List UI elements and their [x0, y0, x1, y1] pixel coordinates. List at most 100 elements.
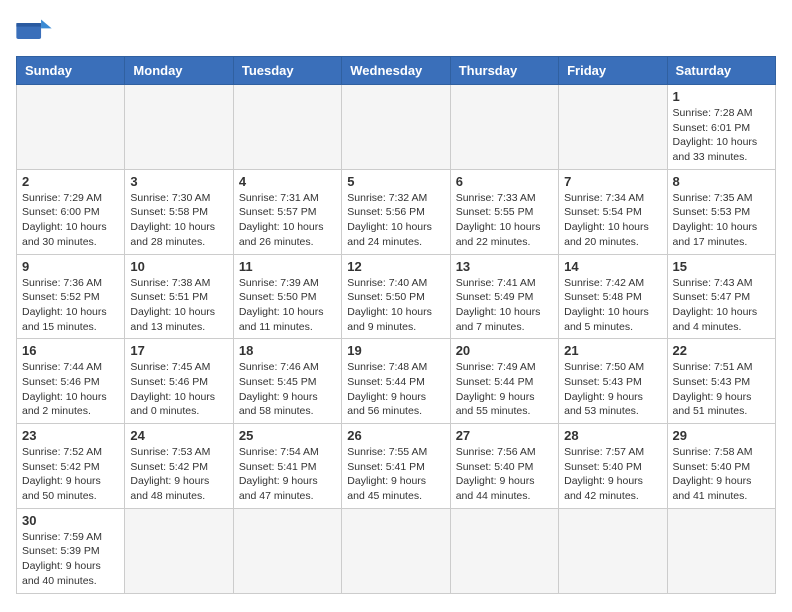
day-info: Sunrise: 7:46 AM Sunset: 5:45 PM Dayligh…: [239, 360, 336, 419]
calendar-day-cell: 15 Sunrise: 7:43 AM Sunset: 5:47 PM Dayli…: [667, 254, 775, 339]
calendar-day-cell: 7Sunrise: 7:34 AM Sunset: 5:54 PM Daylig…: [559, 169, 667, 254]
day-info: Sunrise: 7:49 AM Sunset: 5:44 PM Dayligh…: [456, 360, 553, 419]
calendar-day-cell: [559, 85, 667, 170]
day-info: Sunrise: 7:39 AM Sunset: 5:50 PM Dayligh…: [239, 276, 336, 335]
calendar-day-cell: 3 Sunrise: 7:30 AM Sunset: 5:58 PM Daylig…: [125, 169, 233, 254]
day-info: Sunrise: 7:28 AM Sunset: 6:01 PM Dayligh…: [673, 106, 770, 165]
calendar-week-row: 2 Sunrise: 7:29 AM Sunset: 6:00 PM Daylig…: [17, 169, 776, 254]
day-info: Sunrise: 7:45 AM Sunset: 5:46 PM Dayligh…: [130, 360, 227, 419]
weekday-header-thursday: Thursday: [450, 57, 558, 85]
day-info: Sunrise: 7:40 AM Sunset: 5:50 PM Dayligh…: [347, 276, 444, 335]
day-info: Sunrise: 7:51 AM Sunset: 5:43 PM Dayligh…: [673, 360, 770, 419]
calendar-day-cell: 13Sunrise: 7:41 AM Sunset: 5:49 PM Dayli…: [450, 254, 558, 339]
day-number: 23: [22, 428, 119, 443]
weekday-header-monday: Monday: [125, 57, 233, 85]
day-number: 4: [239, 174, 336, 189]
calendar-day-cell: [125, 85, 233, 170]
calendar-day-cell: 2 Sunrise: 7:29 AM Sunset: 6:00 PM Daylig…: [17, 169, 125, 254]
day-number: 16: [22, 343, 119, 358]
day-number: 18: [239, 343, 336, 358]
day-number: 11: [239, 259, 336, 274]
day-info: Sunrise: 7:38 AM Sunset: 5:51 PM Dayligh…: [130, 276, 227, 335]
calendar-day-cell: [450, 85, 558, 170]
calendar-week-row: 1 Sunrise: 7:28 AM Sunset: 6:01 PM Daylig…: [17, 85, 776, 170]
day-number: 3: [130, 174, 227, 189]
day-number: 14: [564, 259, 661, 274]
logo: [16, 16, 56, 46]
calendar-day-cell: [559, 508, 667, 593]
day-number: 25: [239, 428, 336, 443]
calendar-week-row: 16 Sunrise: 7:44 AM Sunset: 5:46 PM Dayli…: [17, 339, 776, 424]
calendar-day-cell: [17, 85, 125, 170]
day-number: 19: [347, 343, 444, 358]
calendar-day-cell: 4 Sunrise: 7:31 AM Sunset: 5:57 PM Daylig…: [233, 169, 341, 254]
day-number: 8: [673, 174, 770, 189]
day-number: 10: [130, 259, 227, 274]
calendar-week-row: 9 Sunrise: 7:36 AM Sunset: 5:52 PM Daylig…: [17, 254, 776, 339]
day-info: Sunrise: 7:34 AM Sunset: 5:54 PM Dayligh…: [564, 191, 661, 250]
day-info: Sunrise: 7:31 AM Sunset: 5:57 PM Dayligh…: [239, 191, 336, 250]
calendar-day-cell: [342, 508, 450, 593]
calendar-day-cell: 20Sunrise: 7:49 AM Sunset: 5:44 PM Dayli…: [450, 339, 558, 424]
day-info: Sunrise: 7:36 AM Sunset: 5:52 PM Dayligh…: [22, 276, 119, 335]
calendar-day-cell: 18 Sunrise: 7:46 AM Sunset: 5:45 PM Dayli…: [233, 339, 341, 424]
calendar-day-cell: [125, 508, 233, 593]
day-number: 30: [22, 513, 119, 528]
day-number: 26: [347, 428, 444, 443]
day-number: 1: [673, 89, 770, 104]
day-number: 6: [456, 174, 553, 189]
day-number: 13: [456, 259, 553, 274]
weekday-header-friday: Friday: [559, 57, 667, 85]
calendar-header-row: SundayMondayTuesdayWednesdayThursdayFrid…: [17, 57, 776, 85]
calendar-day-cell: 1 Sunrise: 7:28 AM Sunset: 6:01 PM Daylig…: [667, 85, 775, 170]
day-number: 9: [22, 259, 119, 274]
day-number: 12: [347, 259, 444, 274]
day-number: 17: [130, 343, 227, 358]
calendar-day-cell: 29Sunrise: 7:58 AM Sunset: 5:40 PM Dayli…: [667, 424, 775, 509]
calendar-day-cell: 10 Sunrise: 7:38 AM Sunset: 5:51 PM Dayli…: [125, 254, 233, 339]
day-number: 28: [564, 428, 661, 443]
day-info: Sunrise: 7:55 AM Sunset: 5:41 PM Dayligh…: [347, 445, 444, 504]
calendar-day-cell: 17 Sunrise: 7:45 AM Sunset: 5:46 PM Dayli…: [125, 339, 233, 424]
day-info: Sunrise: 7:33 AM Sunset: 5:55 PM Dayligh…: [456, 191, 553, 250]
day-number: 15: [673, 259, 770, 274]
generalblue-logo-icon: [16, 16, 52, 46]
day-number: 2: [22, 174, 119, 189]
day-info: Sunrise: 7:53 AM Sunset: 5:42 PM Dayligh…: [130, 445, 227, 504]
calendar-day-cell: 5 Sunrise: 7:32 AM Sunset: 5:56 PM Daylig…: [342, 169, 450, 254]
day-info: Sunrise: 7:57 AM Sunset: 5:40 PM Dayligh…: [564, 445, 661, 504]
calendar-day-cell: 14 Sunrise: 7:42 AM Sunset: 5:48 PM Dayli…: [559, 254, 667, 339]
calendar-day-cell: 8Sunrise: 7:35 AM Sunset: 5:53 PM Daylig…: [667, 169, 775, 254]
day-number: 27: [456, 428, 553, 443]
day-number: 5: [347, 174, 444, 189]
day-info: Sunrise: 7:32 AM Sunset: 5:56 PM Dayligh…: [347, 191, 444, 250]
calendar-day-cell: 27 Sunrise: 7:56 AM Sunset: 5:40 PM Dayli…: [450, 424, 558, 509]
day-info: Sunrise: 7:42 AM Sunset: 5:48 PM Dayligh…: [564, 276, 661, 335]
day-info: Sunrise: 7:52 AM Sunset: 5:42 PM Dayligh…: [22, 445, 119, 504]
calendar-day-cell: 28 Sunrise: 7:57 AM Sunset: 5:40 PM Dayli…: [559, 424, 667, 509]
calendar-day-cell: 16 Sunrise: 7:44 AM Sunset: 5:46 PM Dayli…: [17, 339, 125, 424]
day-info: Sunrise: 7:59 AM Sunset: 5:39 PM Dayligh…: [22, 530, 119, 589]
day-info: Sunrise: 7:50 AM Sunset: 5:43 PM Dayligh…: [564, 360, 661, 419]
day-info: Sunrise: 7:30 AM Sunset: 5:58 PM Dayligh…: [130, 191, 227, 250]
calendar-day-cell: [667, 508, 775, 593]
calendar-day-cell: 24Sunrise: 7:53 AM Sunset: 5:42 PM Dayli…: [125, 424, 233, 509]
day-info: Sunrise: 7:56 AM Sunset: 5:40 PM Dayligh…: [456, 445, 553, 504]
calendar-day-cell: 12 Sunrise: 7:40 AM Sunset: 5:50 PM Dayli…: [342, 254, 450, 339]
calendar-day-cell: 22Sunrise: 7:51 AM Sunset: 5:43 PM Dayli…: [667, 339, 775, 424]
calendar-day-cell: 26 Sunrise: 7:55 AM Sunset: 5:41 PM Dayli…: [342, 424, 450, 509]
calendar-week-row: 23 Sunrise: 7:52 AM Sunset: 5:42 PM Dayli…: [17, 424, 776, 509]
day-info: Sunrise: 7:43 AM Sunset: 5:47 PM Dayligh…: [673, 276, 770, 335]
calendar-day-cell: [233, 85, 341, 170]
calendar-day-cell: 9 Sunrise: 7:36 AM Sunset: 5:52 PM Daylig…: [17, 254, 125, 339]
day-info: Sunrise: 7:58 AM Sunset: 5:40 PM Dayligh…: [673, 445, 770, 504]
weekday-header-saturday: Saturday: [667, 57, 775, 85]
day-info: Sunrise: 7:29 AM Sunset: 6:00 PM Dayligh…: [22, 191, 119, 250]
calendar-day-cell: 30 Sunrise: 7:59 AM Sunset: 5:39 PM Dayli…: [17, 508, 125, 593]
weekday-header-sunday: Sunday: [17, 57, 125, 85]
day-info: Sunrise: 7:44 AM Sunset: 5:46 PM Dayligh…: [22, 360, 119, 419]
calendar: SundayMondayTuesdayWednesdayThursdayFrid…: [16, 56, 776, 594]
calendar-week-row: 30 Sunrise: 7:59 AM Sunset: 5:39 PM Dayli…: [17, 508, 776, 593]
calendar-day-cell: 23 Sunrise: 7:52 AM Sunset: 5:42 PM Dayli…: [17, 424, 125, 509]
header: [16, 16, 776, 46]
